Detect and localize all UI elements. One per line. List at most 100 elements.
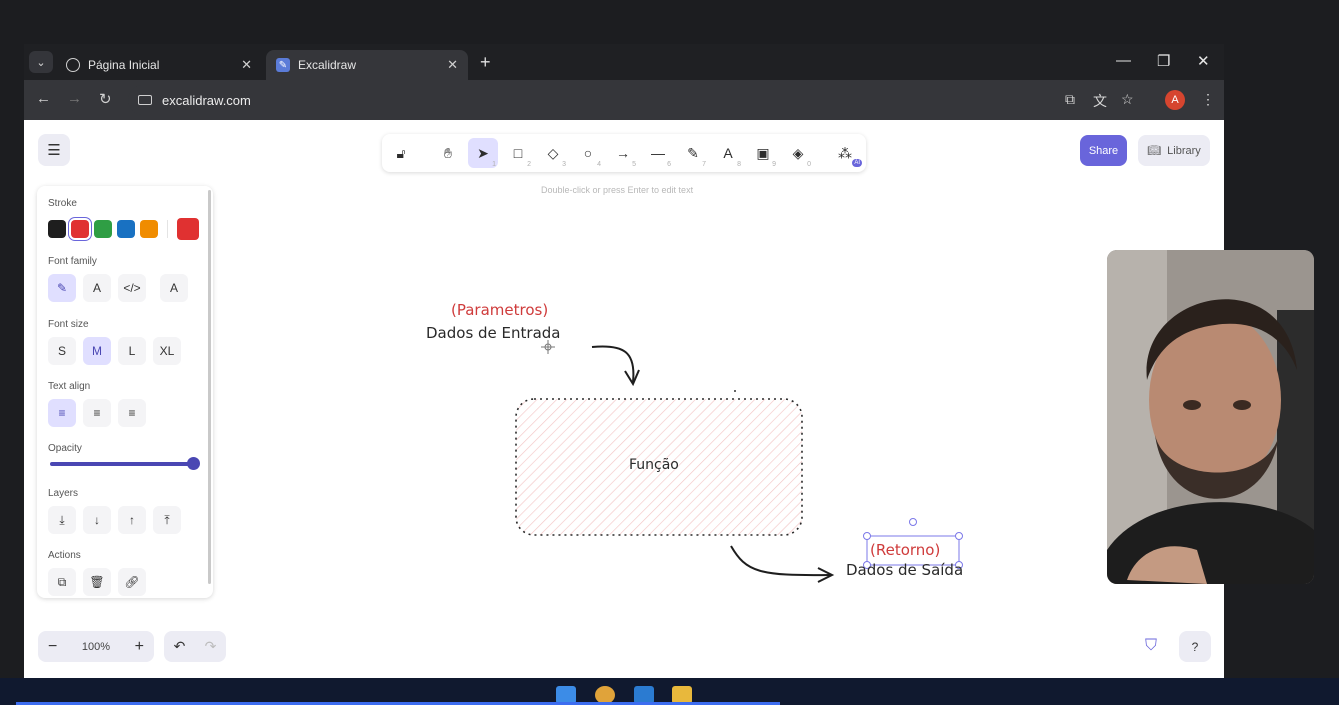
font-size-xl-button[interactable]: XL xyxy=(153,337,181,365)
send-backward-button[interactable]: ↓ xyxy=(83,506,111,534)
zoom-level[interactable]: 100% xyxy=(82,641,110,653)
minimize-icon[interactable]: — xyxy=(1116,52,1131,69)
font-size-m-button[interactable]: M xyxy=(83,337,111,365)
rectangle-tool[interactable]: □ 2 xyxy=(503,138,533,168)
output-arrow[interactable] xyxy=(730,545,831,577)
url-field[interactable]: excalidraw.com xyxy=(128,85,1108,115)
lock-tool[interactable]: 🔓︎ xyxy=(386,138,416,168)
reload-icon[interactable]: ↻ xyxy=(99,90,112,108)
duplicate-button[interactable]: ⧉ xyxy=(48,568,76,596)
more-menu-icon[interactable]: ⋮ xyxy=(1201,91,1215,108)
send-to-back-button[interactable]: ⤓ xyxy=(48,506,76,534)
tab-pagina-inicial[interactable]: Página Inicial ✕ xyxy=(56,50,262,80)
zoom-controls: − 100% + xyxy=(38,631,154,662)
lock-icon: 🔓︎ xyxy=(396,144,406,161)
close-icon[interactable]: ✕ xyxy=(241,57,252,73)
text-tool[interactable]: A8 xyxy=(713,138,743,168)
site-settings-icon[interactable] xyxy=(138,95,152,105)
arrow-down-icon: ↓ xyxy=(94,513,100,527)
send-to-back-icon: ⤓ xyxy=(59,512,65,527)
resize-handle[interactable] xyxy=(863,532,871,540)
line-icon: — xyxy=(651,145,665,161)
opacity-label: Opacity xyxy=(48,443,82,454)
restore-icon[interactable]: ❐ xyxy=(1157,52,1170,70)
input-arrowhead xyxy=(624,369,640,387)
image-tool[interactable]: ▣ 9 xyxy=(748,138,778,169)
font-size-l-button[interactable]: L xyxy=(118,337,146,365)
pointer-icon: ➤ xyxy=(477,144,489,161)
undo-icon[interactable]: ↶ xyxy=(174,638,186,655)
shield-icon[interactable]: ⛉ xyxy=(1145,637,1157,655)
webcam-overlay xyxy=(1107,250,1314,584)
font-hand-drawn-button[interactable]: ✎ xyxy=(48,274,76,302)
arrow-tool[interactable]: → 5 xyxy=(608,138,638,168)
properties-panel: Stroke Font family ✎ A </> A Font size S… xyxy=(37,186,213,598)
font-normal-button[interactable]: A xyxy=(83,274,111,302)
opacity-slider[interactable] xyxy=(50,462,196,466)
panel-scrollbar[interactable] xyxy=(208,190,211,584)
hand-tool[interactable]: ✋︎ xyxy=(433,138,463,168)
ellipse-tool[interactable]: ○ 4 xyxy=(573,138,603,168)
back-icon[interactable]: ← xyxy=(36,90,51,107)
resize-handle[interactable] xyxy=(955,532,963,540)
font-size-s-button[interactable]: S xyxy=(48,337,76,365)
stroke-color-blue[interactable] xyxy=(117,220,135,238)
eraser-tool[interactable]: ◈ 0 xyxy=(783,138,813,169)
font-more-button[interactable]: A xyxy=(160,274,188,302)
input-arrow[interactable] xyxy=(591,345,635,383)
selection-tool[interactable]: ➤ 1 xyxy=(468,138,498,168)
diamond-tool[interactable]: ◇ 3 xyxy=(538,138,568,169)
new-tab-button[interactable]: + xyxy=(480,52,491,73)
divider xyxy=(167,220,168,238)
zoom-in-button[interactable]: + xyxy=(135,638,144,656)
opacity-slider-thumb[interactable] xyxy=(187,457,200,470)
font-size-label: Font size xyxy=(48,319,89,330)
excalidraw-canvas[interactable]: (Parametros) Dados de Entrada Função (Re… xyxy=(24,120,1224,678)
font-family-label: Font family xyxy=(48,256,97,267)
align-right-icon: ≡ xyxy=(128,406,136,420)
library-button[interactable]: 📖︎ Library xyxy=(1138,135,1210,166)
close-icon[interactable]: ✕ xyxy=(447,57,458,73)
main-menu-button[interactable]: ☰ xyxy=(38,134,70,166)
shortcut-key: 4 xyxy=(597,161,601,168)
output-label[interactable]: Dados de Saída xyxy=(846,561,963,579)
stroke-color-black[interactable] xyxy=(48,220,66,238)
book-icon: 📖︎ xyxy=(1147,145,1162,157)
tab-search-button[interactable]: ⌄ xyxy=(29,51,53,73)
rotate-handle[interactable] xyxy=(909,518,917,526)
stroke-color-current[interactable] xyxy=(177,218,199,240)
translate-icon[interactable]: 文 xyxy=(1093,91,1107,111)
shortcut-key: 0 xyxy=(807,161,811,168)
input-label[interactable]: Dados de Entrada xyxy=(426,324,560,342)
close-window-icon[interactable]: ✕ xyxy=(1197,52,1210,70)
forward-icon[interactable]: → xyxy=(67,90,82,107)
tab-excalidraw[interactable]: ✎ Excalidraw ✕ xyxy=(266,50,468,80)
zoom-out-button[interactable]: − xyxy=(48,638,57,656)
stroke-color-red[interactable] xyxy=(71,220,89,238)
font-code-button[interactable]: </> xyxy=(118,274,146,302)
stroke-color-orange[interactable] xyxy=(140,220,158,238)
help-button[interactable]: ? xyxy=(1179,631,1211,662)
redo-icon[interactable]: ↷ xyxy=(205,638,217,655)
line-tool[interactable]: —6 xyxy=(643,138,673,168)
install-app-icon[interactable]: ⧉ xyxy=(1065,91,1075,108)
ai-badge: AI xyxy=(852,159,862,167)
stroke-color-green[interactable] xyxy=(94,220,112,238)
align-right-button[interactable]: ≡ xyxy=(118,399,146,427)
shortcut-key: 1 xyxy=(492,161,496,168)
bookmark-star-icon[interactable]: ☆ xyxy=(1121,91,1134,108)
extra-tools-button[interactable]: ⁂ AI xyxy=(830,138,862,168)
delete-button[interactable]: 🗑︎ xyxy=(83,568,111,596)
return-label[interactable]: (Retorno) xyxy=(870,541,940,559)
align-left-button[interactable]: ≡ xyxy=(48,399,76,427)
draw-tool[interactable]: ✎ 7 xyxy=(678,138,708,169)
align-center-button[interactable]: ≡ xyxy=(83,399,111,427)
profile-avatar[interactable]: A xyxy=(1165,90,1185,110)
link-button[interactable]: 🔗︎ xyxy=(118,568,146,596)
bring-forward-button[interactable]: ↑ xyxy=(118,506,146,534)
browser-window: ⌄ Página Inicial ✕ ✎ Excalidraw ✕ + — ❐ … xyxy=(24,44,1224,678)
function-label[interactable]: Função xyxy=(629,457,679,473)
param-label[interactable]: (Parametros) xyxy=(451,301,548,319)
share-button[interactable]: Share xyxy=(1080,135,1127,166)
bring-to-front-button[interactable]: ⤒ xyxy=(153,506,181,534)
